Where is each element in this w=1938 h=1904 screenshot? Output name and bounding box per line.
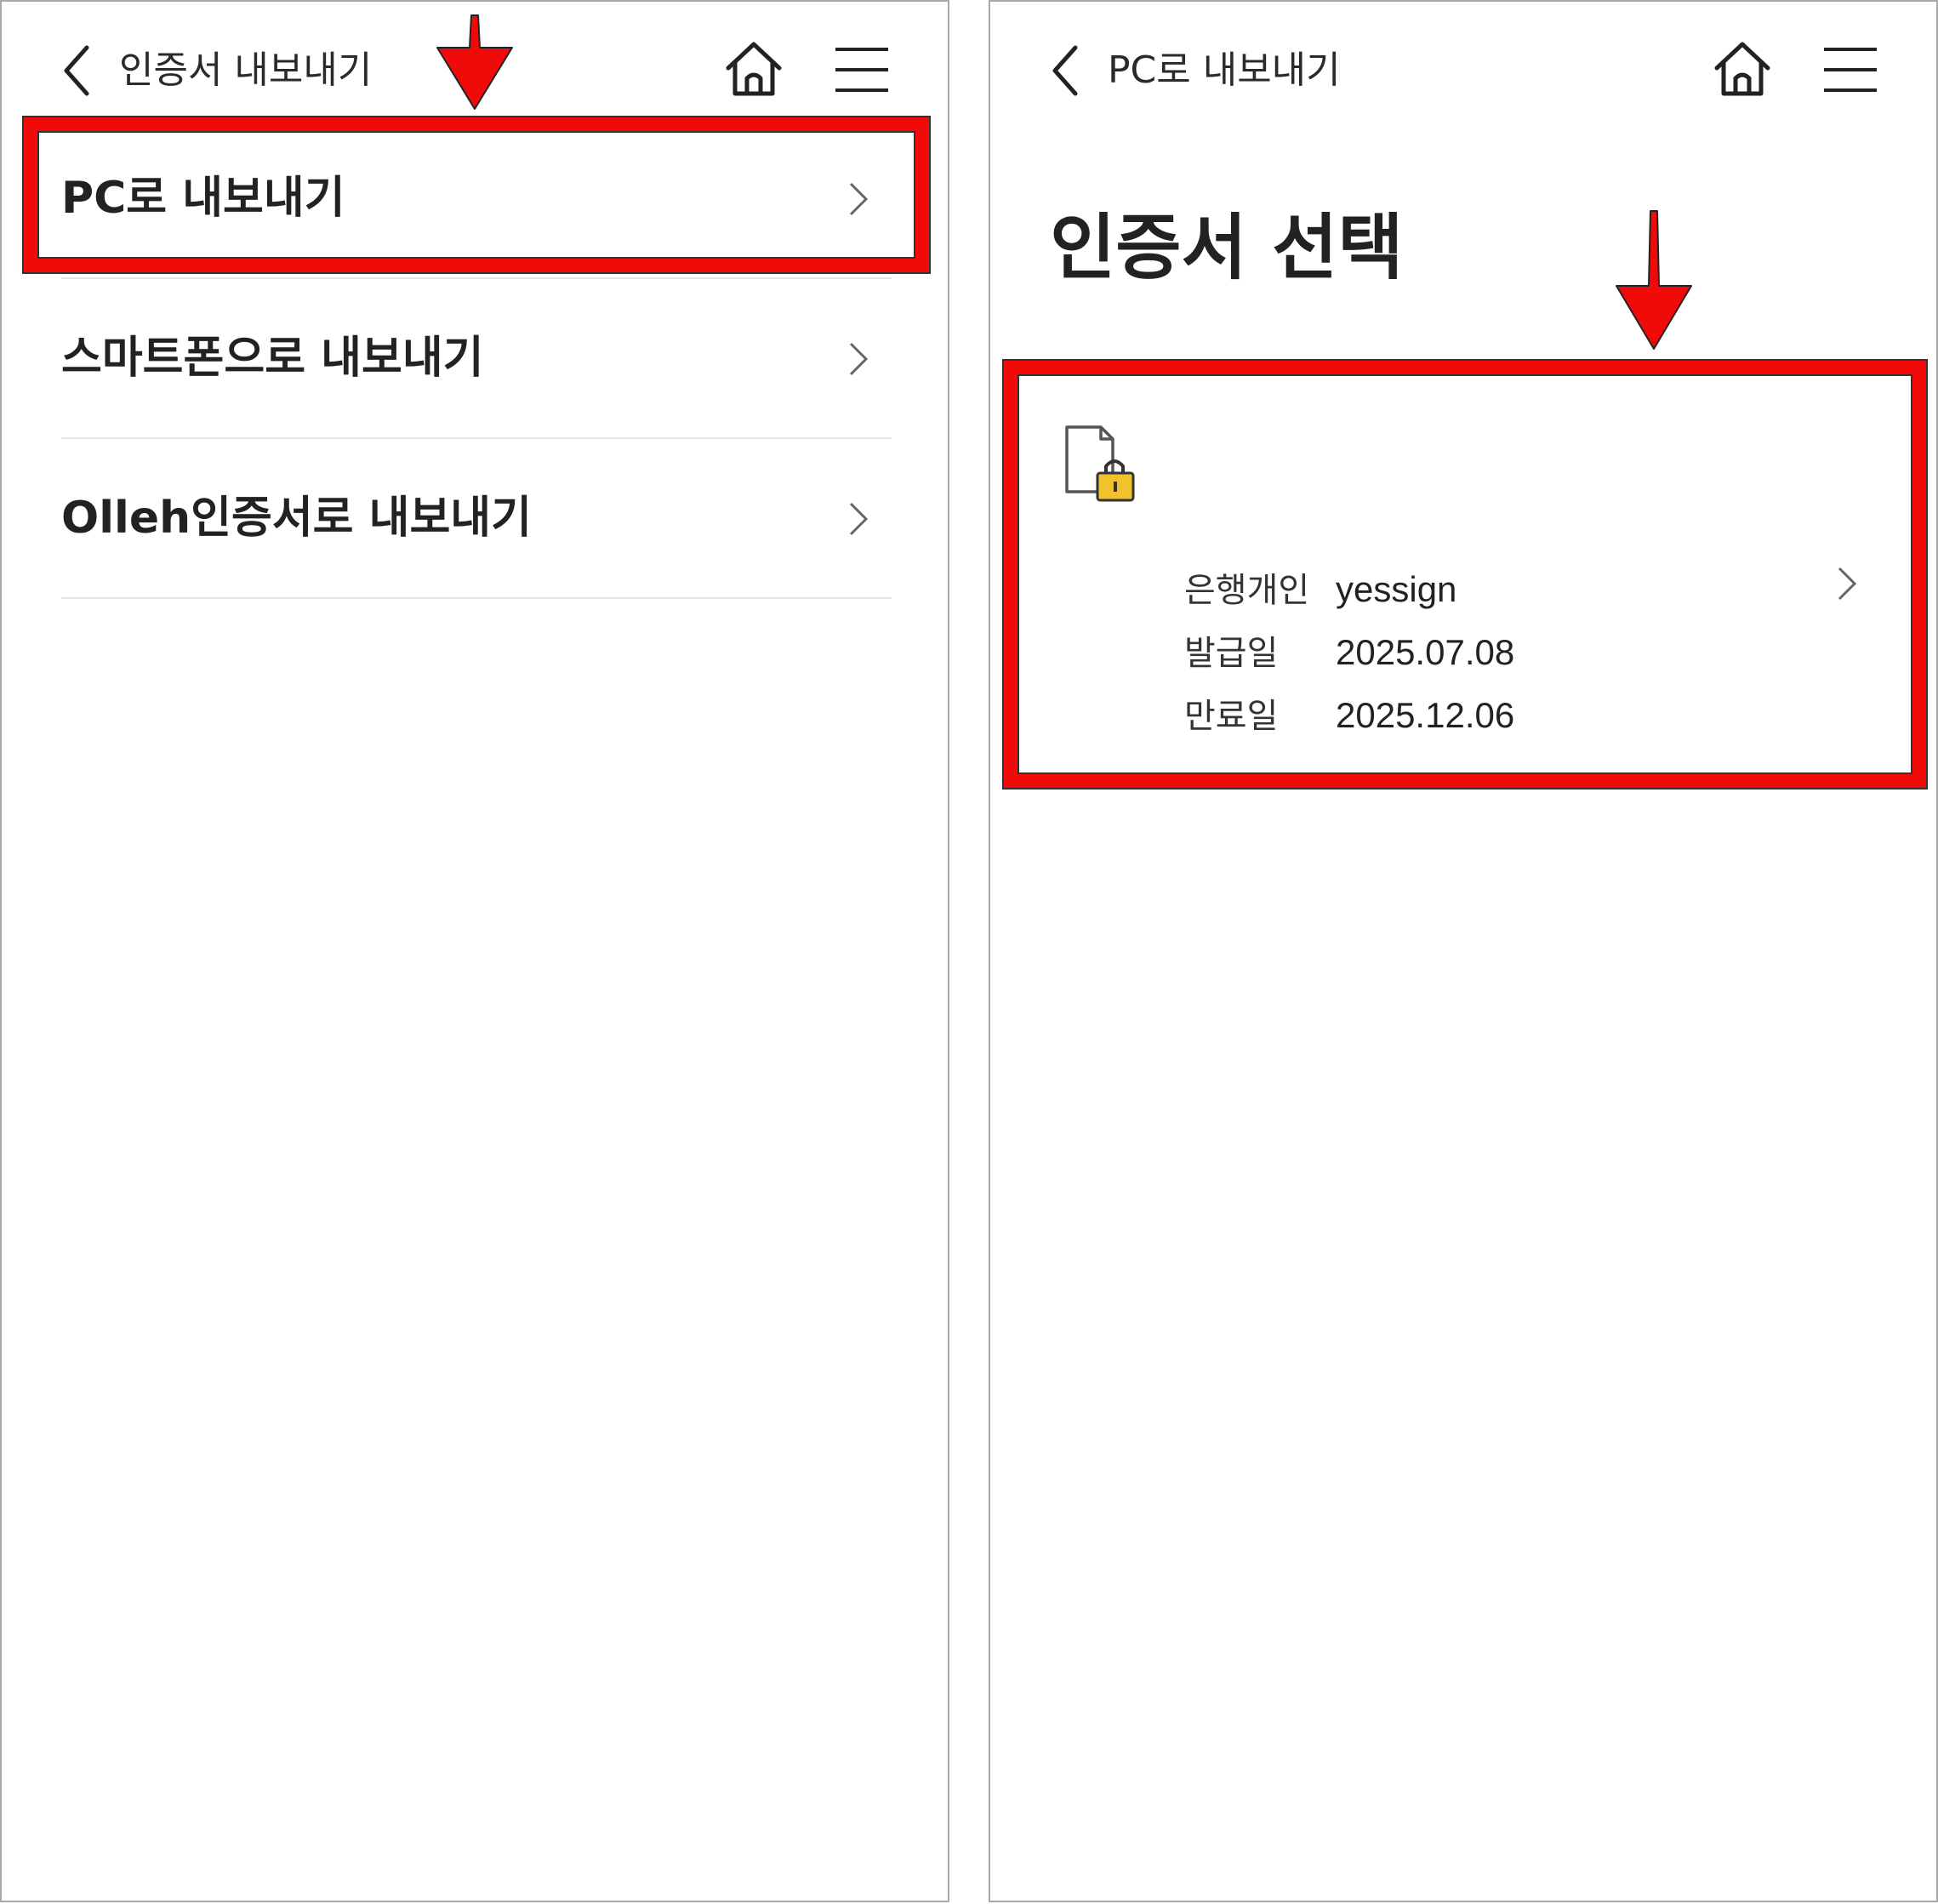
page-title: 인증서 내보내기 — [119, 48, 373, 92]
chevron-right-icon — [849, 342, 869, 376]
annotation-arrow-icon — [436, 14, 513, 110]
back-icon[interactable] — [60, 43, 94, 99]
home-icon[interactable] — [723, 39, 784, 99]
list-item-label: 스마트폰으로 내보내기 — [61, 333, 484, 384]
highlight-box — [24, 117, 929, 272]
hamburger-menu-icon[interactable] — [834, 46, 890, 94]
hamburger-menu-icon[interactable] — [1822, 46, 1878, 94]
list-item-export-smartphone[interactable]: 스마트폰으로 내보내기 — [61, 279, 892, 439]
right-screen: PC로 내보내기 인증서 선택 은행개인 yessign 발급일 2025.07.0… — [989, 0, 1938, 1902]
section-heading: 인증서 선택 — [1050, 206, 1404, 289]
list-item-label: Olleh인증서로 내보내기 — [61, 493, 532, 544]
list-item-export-olleh[interactable]: Olleh인증서로 내보내기 — [61, 439, 892, 599]
highlight-box — [1004, 361, 1926, 788]
chevron-right-icon — [849, 502, 869, 536]
top-bar: PC로 내보내기 — [990, 2, 1936, 138]
page-title: PC로 내보내기 — [1108, 48, 1341, 92]
back-icon[interactable] — [1048, 43, 1082, 99]
left-screen: 인증서 내보내기 PC로 내보내기 스마트폰으로 내보내기 Olleh인증서로 … — [0, 0, 949, 1902]
annotation-arrow-icon — [1616, 210, 1692, 350]
home-icon[interactable] — [1712, 39, 1773, 99]
